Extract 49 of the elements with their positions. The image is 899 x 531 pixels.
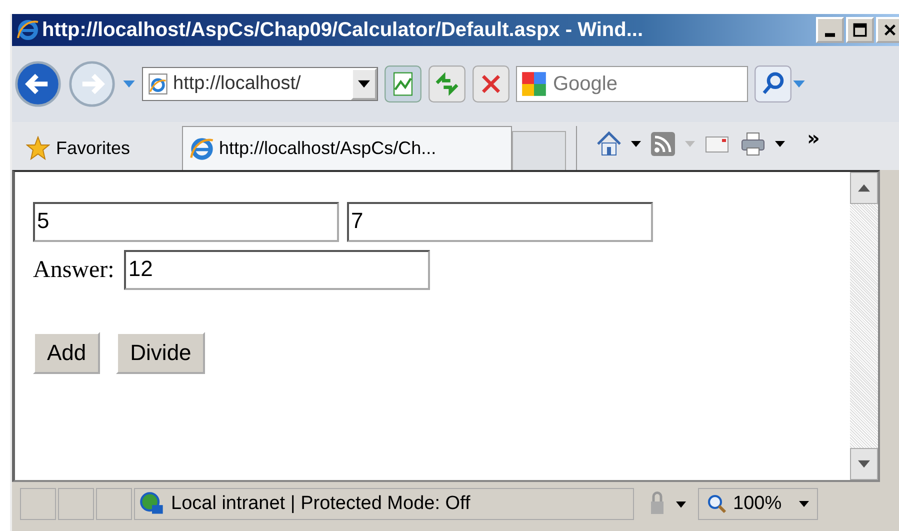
window-title: http://localhost/AspCs/Chap09/Calculator/Default.aspx - Wind... bbox=[42, 18, 644, 42]
number-input[interactable]: 7 bbox=[347, 202, 653, 242]
address-bar[interactable]: http://localhost/ bbox=[142, 67, 378, 101]
vertical-scrollbar[interactable] bbox=[850, 172, 878, 480]
magnifier-icon bbox=[707, 494, 727, 514]
search-options-icon[interactable] bbox=[792, 79, 806, 89]
dropdown-arrow-icon[interactable] bbox=[122, 79, 136, 89]
maximize-icon bbox=[853, 23, 867, 37]
answer-input[interactable]: 12 bbox=[124, 250, 430, 290]
browser-tab[interactable]: http://localhost/AspCs/Ch... bbox=[182, 126, 512, 170]
back-button[interactable] bbox=[14, 60, 62, 108]
zoom-button[interactable]: 100% bbox=[698, 488, 818, 520]
stop-button[interactable] bbox=[472, 65, 510, 103]
number-input[interactable]: 5 bbox=[33, 202, 339, 242]
minimize-icon bbox=[825, 33, 835, 37]
compatibility-view-button[interactable] bbox=[384, 65, 422, 103]
scroll-down-icon[interactable] bbox=[858, 460, 870, 468]
page-icon bbox=[147, 73, 169, 95]
caret-icon[interactable] bbox=[631, 141, 641, 147]
browser-logo-icon bbox=[16, 18, 40, 42]
caret-icon bbox=[358, 80, 370, 88]
more-commands-button[interactable]: » bbox=[807, 126, 820, 150]
globe-icon bbox=[139, 491, 165, 517]
status-pane bbox=[58, 488, 94, 520]
status-pane bbox=[20, 488, 56, 520]
maximize-button[interactable] bbox=[846, 17, 874, 43]
scroll-up-icon[interactable] bbox=[858, 184, 870, 192]
forward-button[interactable] bbox=[68, 60, 116, 108]
feed-icon[interactable] bbox=[649, 130, 677, 158]
calculate-button[interactable]: Add bbox=[33, 332, 100, 374]
close-icon bbox=[883, 23, 897, 37]
caret-icon[interactable] bbox=[775, 141, 785, 147]
search-button[interactable] bbox=[754, 65, 792, 103]
browser-logo-icon bbox=[189, 136, 215, 162]
caret-icon bbox=[799, 501, 809, 507]
home-icon[interactable] bbox=[595, 130, 623, 158]
address-dropdown-button[interactable] bbox=[351, 68, 377, 100]
printer-icon[interactable] bbox=[739, 130, 767, 158]
search-field[interactable]: Google bbox=[516, 66, 748, 102]
close-button[interactable] bbox=[876, 17, 899, 43]
favorites-button[interactable]: Favorites bbox=[12, 136, 182, 170]
status-pane bbox=[96, 488, 132, 520]
minimize-button[interactable] bbox=[816, 17, 844, 43]
refresh-button[interactable] bbox=[428, 65, 466, 103]
security-zone-text: Local intranet | Protected Mode: Off bbox=[171, 493, 470, 515]
search-provider-logo-icon bbox=[521, 71, 547, 97]
answer-label: Answer: bbox=[33, 256, 114, 284]
calculate-button[interactable]: Divide bbox=[116, 332, 206, 374]
star-icon bbox=[26, 136, 50, 160]
